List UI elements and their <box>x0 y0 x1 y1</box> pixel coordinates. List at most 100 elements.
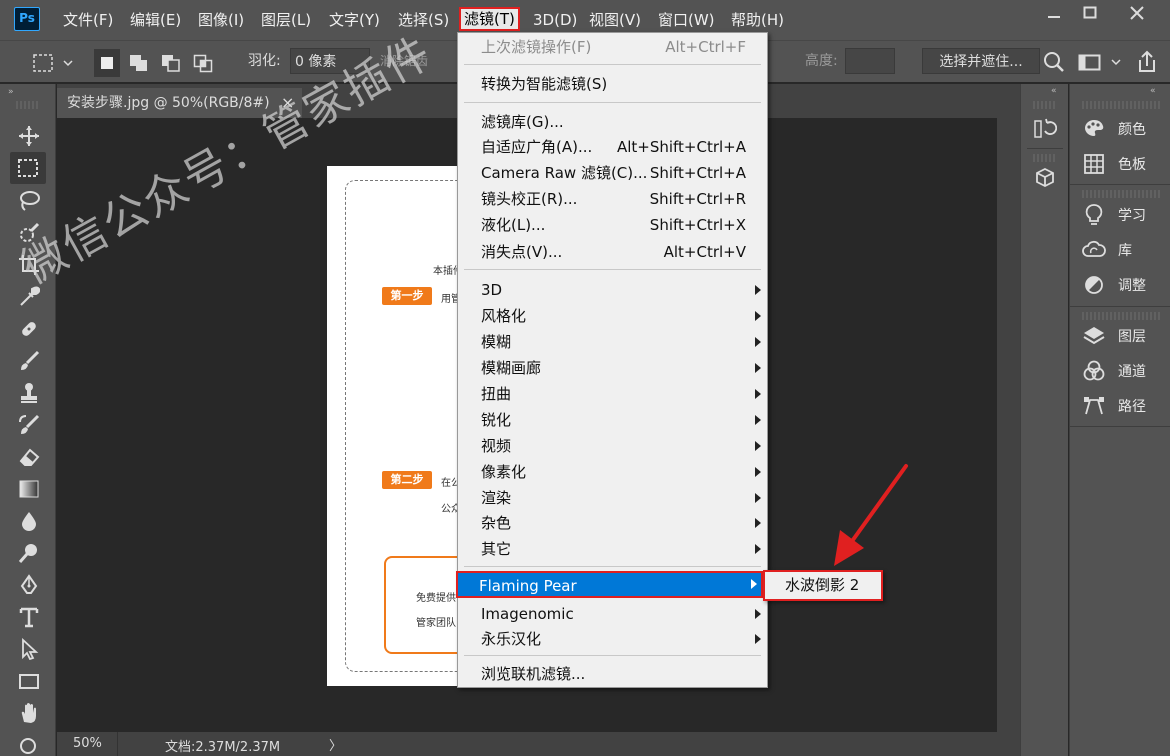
menu-layer[interactable]: 图层(L) <box>261 8 311 32</box>
collapse-strip-icon[interactable]: « <box>1051 86 1057 96</box>
subtract-selection-mode-button[interactable] <box>158 49 184 77</box>
collapse-toolbar-icon[interactable]: » <box>8 87 48 97</box>
menu-type[interactable]: 文字(Y) <box>329 8 380 32</box>
menu-item-label: 视频 <box>481 437 512 455</box>
toolbar-grip[interactable] <box>16 101 40 109</box>
menu-item-label: Flaming Pear <box>479 577 577 595</box>
menu-window[interactable]: 窗口(W) <box>658 8 715 32</box>
menu-item-shortcut: Alt+Shift+Ctrl+A <box>616 138 746 156</box>
3d-panel-button[interactable] <box>1033 166 1057 190</box>
menu-item-stylize[interactable]: 风格化 <box>458 303 767 329</box>
menu-item-browse-online-filters[interactable]: 浏览联机滤镜... <box>458 661 767 687</box>
vertical-scrollbar[interactable] <box>997 118 1020 732</box>
strip-grip-2[interactable] <box>1033 154 1057 162</box>
menu-item-yongle-localization[interactable]: 永乐汉化 <box>458 626 767 652</box>
dock-grip-2[interactable] <box>1082 190 1160 198</box>
submenu-arrow-icon <box>755 337 761 347</box>
add-selection-icon <box>130 55 147 71</box>
search-button[interactable] <box>1042 50 1066 74</box>
menu-item-distort[interactable]: 扭曲 <box>458 381 767 407</box>
menu-item-shortcut: Shift+Ctrl+R <box>649 190 746 208</box>
menu-item-convert-smart-filter[interactable]: 转换为智能滤镜(S) <box>458 71 767 97</box>
close-window-button[interactable] <box>1123 3 1151 23</box>
menu-item-filter-gallery[interactable]: 滤镜库(G)... <box>458 109 767 135</box>
submenu-arrow-icon <box>755 363 761 373</box>
blur-tool[interactable] <box>14 506 44 536</box>
path-selection-tool[interactable] <box>14 634 44 664</box>
move-tool[interactable] <box>14 121 44 151</box>
menu-item-sharpen[interactable]: 锐化 <box>458 407 767 433</box>
menu-help[interactable]: 帮助(H) <box>731 8 784 32</box>
pen-tool[interactable] <box>14 570 44 600</box>
strip-grip[interactable] <box>1033 101 1057 109</box>
healing-brush-tool[interactable] <box>14 314 44 344</box>
hand-tool[interactable] <box>14 698 44 728</box>
minimize-button[interactable] <box>1040 3 1068 23</box>
menu-item-lens-correction[interactable]: 镜头校正(R)... Shift+Ctrl+R <box>458 186 767 212</box>
menu-item-render[interactable]: 渲染 <box>458 485 767 511</box>
brush-tool[interactable] <box>14 346 44 376</box>
history-brush-icon <box>19 414 40 434</box>
menu-edit[interactable]: 编辑(E) <box>130 8 181 32</box>
dock-grip-1[interactable] <box>1082 101 1160 109</box>
menu-item-other[interactable]: 其它 <box>458 536 767 562</box>
intersect-selection-mode-button[interactable] <box>190 49 216 77</box>
gradient-tool[interactable] <box>14 474 44 504</box>
paths-icon <box>1084 397 1104 415</box>
menu-item-label: 永乐汉化 <box>481 630 542 648</box>
channels-panel-tab[interactable]: 通道 <box>1082 356 1146 386</box>
menu-item-blur-gallery[interactable]: 模糊画廊 <box>458 355 767 381</box>
zoom-level[interactable]: 50% <box>73 736 102 751</box>
menu-filter[interactable]: 滤镜(T) <box>459 7 520 31</box>
move-tool-icon <box>19 126 39 146</box>
add-selection-mode-button[interactable] <box>126 49 152 77</box>
menu-item-video[interactable]: 视频 <box>458 433 767 459</box>
cube-icon <box>1036 167 1054 188</box>
menu-file[interactable]: 文件(F) <box>63 8 113 32</box>
dodge-tool[interactable] <box>14 538 44 568</box>
status-menu-arrow[interactable]: 〉 <box>329 735 342 754</box>
menu-item-camera-raw[interactable]: Camera Raw 滤镜(C)... Shift+Ctrl+A <box>458 160 767 186</box>
menu-item-imagenomic[interactable]: Imagenomic <box>458 601 767 627</box>
menu-item-adaptive-wide-angle[interactable]: 自适应广角(A)... Alt+Shift+Ctrl+A <box>458 134 767 160</box>
menu-item-flaming-pear[interactable]: Flaming Pear <box>456 571 763 598</box>
dock-grip-3[interactable] <box>1082 312 1160 320</box>
lasso-tool[interactable] <box>14 186 44 216</box>
menu-item-blur[interactable]: 模糊 <box>458 329 767 355</box>
color-panel-tab[interactable]: 颜色 <box>1082 114 1146 144</box>
select-and-mask-button[interactable]: 选择并遮住... <box>922 48 1040 74</box>
menu-item-last-filter[interactable]: 上次滤镜操作(F) Alt+Ctrl+F <box>458 34 767 60</box>
menu-item-noise[interactable]: 杂色 <box>458 510 767 536</box>
menu-item-liquify[interactable]: 液化(L)... Shift+Ctrl+X <box>458 212 767 238</box>
rectangle-tool[interactable] <box>14 666 44 696</box>
menu-3d[interactable]: 3D(D) <box>533 8 577 32</box>
restore-button[interactable] <box>1076 3 1104 23</box>
history-brush-tool[interactable] <box>14 410 44 440</box>
collapse-dock-icon[interactable]: « <box>1150 86 1156 96</box>
layers-panel-tab[interactable]: 图层 <box>1082 321 1146 351</box>
workspace-button[interactable] <box>1076 50 1126 74</box>
share-button[interactable] <box>1134 49 1160 75</box>
eraser-tool[interactable] <box>14 442 44 472</box>
height-input[interactable] <box>845 48 895 74</box>
submenu-arrow-icon <box>755 311 761 321</box>
zoom-tool[interactable] <box>14 730 44 756</box>
menu-image[interactable]: 图像(I) <box>198 8 244 32</box>
new-selection-mode-button[interactable] <box>94 49 120 77</box>
rectangular-marquee-tool[interactable] <box>10 152 46 184</box>
tool-preset-picker[interactable] <box>8 49 78 77</box>
menu-item-pixelate[interactable]: 像素化 <box>458 459 767 485</box>
grid-icon <box>1084 154 1104 174</box>
arrow-cursor-icon <box>22 638 39 660</box>
learn-panel-tab[interactable]: 学习 <box>1082 200 1146 230</box>
libraries-panel-tab[interactable]: 库 <box>1082 235 1132 265</box>
paths-panel-tab[interactable]: 路径 <box>1082 391 1146 421</box>
menu-item-vanishing-point[interactable]: 消失点(V)... Alt+Ctrl+V <box>458 239 767 265</box>
swatches-panel-tab[interactable]: 色板 <box>1082 149 1146 179</box>
clone-stamp-tool[interactable] <box>14 378 44 408</box>
adjustments-panel-tab[interactable]: 调整 <box>1082 270 1146 300</box>
menu-view[interactable]: 视图(V) <box>589 8 641 32</box>
menu-item-3d[interactable]: 3D <box>458 277 767 303</box>
history-panel-button[interactable] <box>1033 117 1058 141</box>
type-tool[interactable] <box>14 602 44 632</box>
